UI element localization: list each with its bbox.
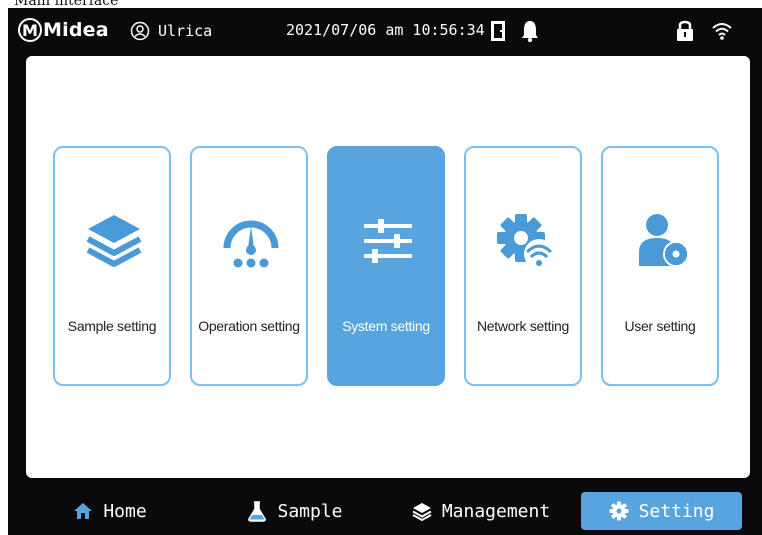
nav-label: Management bbox=[441, 500, 551, 522]
nav-management[interactable]: Management bbox=[400, 492, 562, 530]
status-bar: M Midea Ulrica 2021/07/06 am 10:56:34 bbox=[8, 8, 762, 54]
brand-logo: M Midea bbox=[18, 15, 109, 45]
nav-label: Sample bbox=[277, 500, 343, 522]
system-setting-card[interactable]: System setting bbox=[327, 146, 445, 386]
card-label: System setting bbox=[342, 318, 430, 334]
nav-setting[interactable]: Setting bbox=[581, 492, 742, 530]
bottom-nav: Home Sample Management Setting bbox=[8, 486, 762, 535]
user-icon bbox=[130, 21, 150, 41]
datetime-readout: 2021/07/06 am 10:56:34 bbox=[286, 21, 485, 39]
card-label: Operation setting bbox=[198, 318, 300, 334]
flask-icon bbox=[248, 501, 267, 522]
lock-icon[interactable] bbox=[675, 18, 695, 42]
sliders-icon bbox=[364, 219, 412, 263]
user-setting-card[interactable]: User setting bbox=[601, 146, 719, 386]
door-icon[interactable] bbox=[489, 20, 507, 42]
nav-sample[interactable]: Sample bbox=[230, 492, 360, 530]
wifi-icon[interactable] bbox=[711, 22, 733, 40]
gear-icon bbox=[609, 501, 629, 521]
network-setting-card[interactable]: Network setting bbox=[464, 146, 582, 386]
card-label: Sample setting bbox=[67, 318, 157, 334]
layers-icon bbox=[412, 503, 432, 521]
sample-setting-card[interactable]: Sample setting bbox=[53, 146, 171, 386]
settings-panel: Sample setting Operation setting System … bbox=[26, 56, 750, 478]
current-user[interactable]: Ulrica bbox=[130, 18, 212, 44]
nav-label: Home bbox=[103, 500, 147, 522]
bell-icon[interactable] bbox=[520, 19, 540, 43]
gauge-icon bbox=[223, 220, 279, 268]
logo-mark: M bbox=[18, 18, 42, 42]
network-gear-icon bbox=[497, 214, 554, 269]
layers-icon bbox=[86, 215, 142, 267]
operation-setting-card[interactable]: Operation setting bbox=[190, 146, 308, 386]
caption: Main interface bbox=[14, 0, 119, 9]
home-icon bbox=[74, 503, 93, 519]
device-screen: M Midea Ulrica 2021/07/06 am 10:56:34 Sa… bbox=[8, 8, 762, 535]
logo-text: Midea bbox=[43, 19, 109, 41]
user-gear-icon bbox=[639, 214, 689, 267]
nav-label: Setting bbox=[638, 500, 715, 522]
card-label: User setting bbox=[624, 318, 696, 334]
card-label: Network setting bbox=[477, 318, 569, 334]
user-name: Ulrica bbox=[158, 22, 213, 40]
nav-home[interactable]: Home bbox=[50, 492, 170, 530]
